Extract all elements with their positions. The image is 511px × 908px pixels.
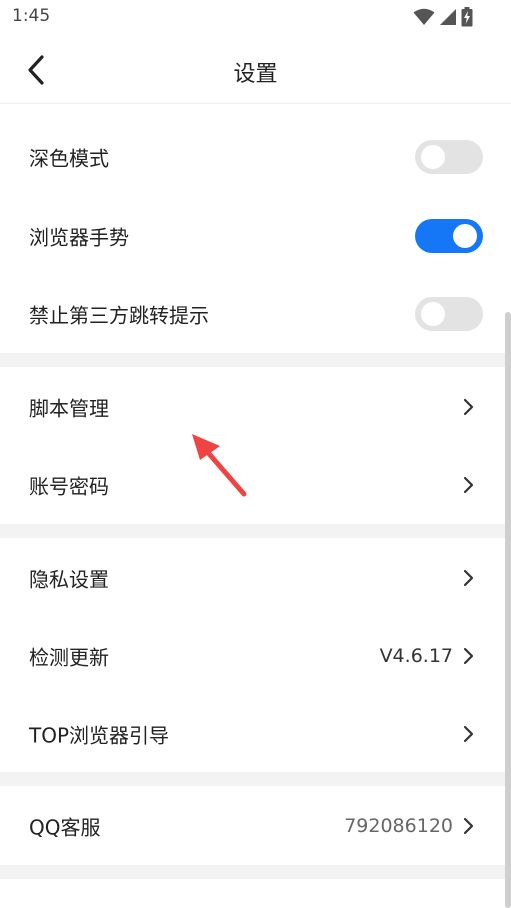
section-separator [0,865,511,879]
signal-icon [439,8,457,26]
privacy-settings-label: 隐私设置 [29,567,109,592]
chevron-right-icon [463,398,474,416]
chevron-right-icon [463,569,474,587]
account-password-row[interactable]: 账号密码 [0,446,511,524]
top-browser-guide-label: TOP浏览器引导 [29,723,170,748]
toggle-knob [421,145,445,169]
check-update-label: 检测更新 [29,645,109,670]
dark-mode-toggle[interactable] [415,140,483,174]
block-third-party-redirect-toggle[interactable] [415,297,483,331]
battery-charging-icon [461,7,473,27]
version-value: V4.6.17 [379,645,453,667]
toggle-knob [421,302,445,326]
privacy-settings-row[interactable]: 隐私设置 [0,539,511,617]
dark-mode-row[interactable]: 深色模式 [0,118,511,196]
dark-mode-label: 深色模式 [29,146,109,171]
section-separator [0,353,511,367]
chevron-right-icon [463,476,474,494]
status-time: 1:45 [12,6,51,26]
toggle-knob [453,224,477,248]
account-password-label: 账号密码 [29,474,109,499]
page-title: 设置 [233,62,278,87]
script-management-row[interactable]: 脚本管理 [0,368,511,446]
section-separator [0,524,511,538]
title-bar: 设置 [0,34,511,104]
settings-screen: 1:45 设置 深色模式 浏览器手势 禁止第三方跳转提示 脚本管理 账号密码 隐… [0,0,511,908]
block-third-party-redirect-row[interactable]: 禁止第三方跳转提示 [0,275,511,353]
script-management-label: 脚本管理 [29,396,109,421]
chevron-right-icon [463,725,474,743]
qq-number-value: 792086120 [344,815,453,837]
browser-gesture-toggle[interactable] [415,219,483,253]
browser-gesture-label: 浏览器手势 [29,225,129,250]
block-third-party-redirect-label: 禁止第三方跳转提示 [29,303,209,328]
section-separator [0,772,511,786]
qq-support-label: QQ客服 [29,815,101,840]
chevron-right-icon [463,817,474,835]
check-update-row[interactable]: 检测更新 V4.6.17 [0,617,511,695]
status-icons [413,7,473,27]
top-browser-guide-row[interactable]: TOP浏览器引导 [0,695,511,773]
annotation-arrow-icon [192,434,247,497]
chevron-right-icon [463,647,474,665]
browser-gesture-row[interactable]: 浏览器手势 [0,197,511,275]
scrollbar[interactable] [505,312,511,908]
status-bar: 1:45 [0,0,511,34]
qq-support-row[interactable]: QQ客服 792086120 [0,787,511,865]
wifi-icon [413,8,435,26]
